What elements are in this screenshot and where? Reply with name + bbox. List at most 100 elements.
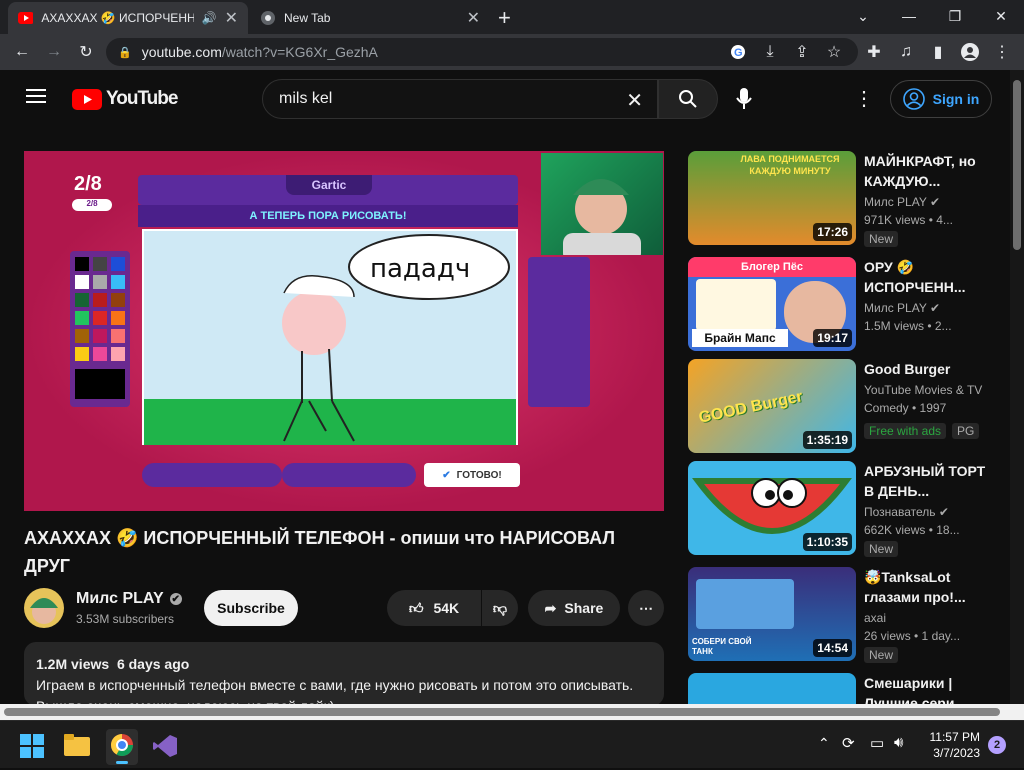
video-thumbnail[interactable]: Блогер Пёс Брайн Мапс 19:17 [688,257,856,351]
chrome-taskbar-icon[interactable] [106,729,138,765]
hamburger-menu-icon[interactable] [26,88,46,109]
opacity-slider[interactable] [282,463,416,487]
color-swatch[interactable] [93,329,107,343]
recommendation-title[interactable]: АРБУЗНЫЙ ТОРТ В ДЕНЬ... [864,461,994,501]
color-swatch[interactable] [111,329,125,343]
video-thumbnail[interactable]: ЛАВА ПОДНИМАЕТСЯ КАЖДУЮ МИНУТУ 17:26 [688,151,856,245]
share-page-icon[interactable]: ⇪ [786,34,818,70]
description-box[interactable]: 1.2M views 6 days ago Играем в испорченн… [24,642,664,706]
horizontal-scrollbar[interactable] [0,704,1024,720]
done-button[interactable]: ✔ ГОТОВО! [424,463,520,487]
lock-icon[interactable]: 🔒 [118,46,132,59]
visual-studio-icon[interactable] [152,733,178,764]
horizontal-scrollbar-thumb[interactable] [4,708,1000,716]
vertical-scrollbar[interactable] [1010,70,1024,704]
restore-button[interactable]: ❐ [932,0,978,32]
youtube-logo[interactable]: YouTube [72,88,178,110]
color-swatch[interactable] [111,311,125,325]
like-button[interactable]: 👍︎ 54K [387,590,481,626]
recommendation-channel[interactable]: Познаватель ✔ [864,505,994,519]
channel-avatar[interactable] [24,588,64,628]
brush-size-selector[interactable] [142,463,282,487]
notification-badge[interactable]: 2 [988,736,1006,754]
network-icon[interactable]: ▭ [870,734,884,752]
recommendation-title[interactable]: 🤯TanksaLot глазами про!... [864,567,994,607]
color-swatch[interactable] [75,329,89,343]
new-tab-button[interactable]: + [498,5,511,31]
video-thumbnail[interactable]: 1:10:35 [688,461,856,555]
color-swatch[interactable] [111,293,125,307]
clear-search-icon[interactable]: ✕ [626,88,643,113]
recommendation-title[interactable]: МАЙНКРАФТ, но КАЖДУЮ... [864,151,994,191]
recommendation-item[interactable]: Смешарики | Лучшие сери... [688,673,998,704]
video-thumbnail[interactable] [688,673,856,704]
recommendation-channel[interactable]: Милс PLAY ✔ [864,195,994,209]
color-swatch[interactable] [111,347,125,361]
google-icon[interactable]: G [722,34,754,70]
recommendation-item[interactable]: СОБЕРИ СВОЙ ТАНК 14:54 🤯TanksaLot глазам… [688,567,998,663]
color-swatch[interactable] [75,257,89,271]
forward-arrow-icon[interactable]: → [38,34,70,70]
close-window-button[interactable]: ✕ [978,0,1024,32]
media-control-icon[interactable]: ♫ [890,34,922,70]
tab-new-tab[interactable]: New Tab ✕ [250,2,490,34]
color-swatch[interactable] [111,257,125,271]
color-swatch[interactable] [75,293,89,307]
voice-search-icon[interactable] [736,88,752,115]
side-panel-icon[interactable]: ▮ [922,34,954,70]
file-explorer-icon[interactable] [64,734,90,761]
color-swatch[interactable] [93,275,107,289]
recommendation-item[interactable]: GOOD Burger 1:35:19 Good Burger YouTube … [688,359,998,454]
color-swatch[interactable] [93,311,107,325]
sign-in-button[interactable]: Sign in [890,80,992,118]
tab-youtube[interactable]: АХАХХАХ 🤣 ИСПОРЧЕННЫ 🔊 ✕ [8,2,248,34]
search-button[interactable] [658,79,718,119]
recommendation-title[interactable]: Good Burger [864,359,994,379]
color-palette[interactable] [70,251,130,407]
channel-name-link[interactable]: Милс PLAY ✔ [76,590,182,608]
more-actions-button[interactable]: ⋯ [628,590,664,626]
extensions-icon[interactable]: ✚ [858,34,890,70]
share-button[interactable]: ➦ Share [528,590,620,626]
video-thumbnail[interactable]: GOOD Burger 1:35:19 [688,359,856,453]
subscribe-button[interactable]: Subscribe [204,590,298,626]
audio-playing-icon[interactable]: 🔊 [202,11,217,25]
recommendation-title[interactable]: Смешарики | Лучшие сери... [864,673,994,704]
color-swatch[interactable] [75,275,89,289]
recommendation-item[interactable]: 1:10:35 АРБУЗНЫЙ ТОРТ В ДЕНЬ... Познават… [688,461,998,557]
video-thumbnail[interactable]: СОБЕРИ СВОЙ ТАНК 14:54 [688,567,856,661]
sync-icon[interactable]: ⟳ [842,734,855,752]
recommendation-channel[interactable]: Милс PLAY ✔ [864,301,994,315]
install-icon[interactable]: ⤓ [754,34,786,70]
dislike-button[interactable]: 👎︎ [482,590,518,626]
search-input[interactable]: mils kel ✕ [262,79,658,119]
profile-icon[interactable] [954,34,986,70]
clock[interactable]: 11:57 PM 3/7/2023 [924,729,980,761]
back-arrow-icon[interactable]: ← [6,34,38,70]
bookmark-star-icon[interactable]: ☆ [818,34,850,70]
color-swatch[interactable] [93,293,107,307]
vertical-scrollbar-thumb[interactable] [1013,80,1021,250]
color-swatch[interactable] [93,347,107,361]
video-player[interactable]: 2/8 2/8 Gartic А ТЕПЕРЬ ПОРА РИСОВАТЬ! п… [24,151,664,511]
browser-menu-icon[interactable]: ⋮ [986,34,1018,70]
color-swatch[interactable] [75,311,89,325]
minimize-button[interactable]: — [886,0,932,32]
color-swatch[interactable] [75,347,89,361]
windows-start-icon[interactable] [20,734,44,763]
recommendation-item[interactable]: ЛАВА ПОДНИМАЕТСЯ КАЖДУЮ МИНУТУ 17:26 МАЙ… [688,151,998,247]
settings-more-icon[interactable]: ⋮ [854,86,874,111]
tab-close-button[interactable]: ✕ [225,8,238,28]
recommendation-title[interactable]: ОРУ 🤣 ИСПОРЧЕНН... [864,257,994,297]
recommendation-channel[interactable]: axai [864,611,994,625]
volume-icon[interactable]: 🔊︎ [894,734,903,751]
recommendation-item[interactable]: Блогер Пёс Брайн Мапс 19:17 ОРУ 🤣 ИСПОРЧ… [688,257,998,352]
color-swatch[interactable] [111,275,125,289]
tab-search-icon[interactable]: ⌄ [840,0,886,32]
recommendation-channel[interactable]: YouTube Movies & TV [864,383,994,397]
tab-close-button[interactable]: ✕ [467,8,480,28]
show-hidden-icons-icon[interactable]: ⌃ [818,735,830,752]
color-swatch[interactable] [93,257,107,271]
reload-icon[interactable]: ↻ [70,34,102,70]
tool-panel[interactable] [528,257,590,407]
